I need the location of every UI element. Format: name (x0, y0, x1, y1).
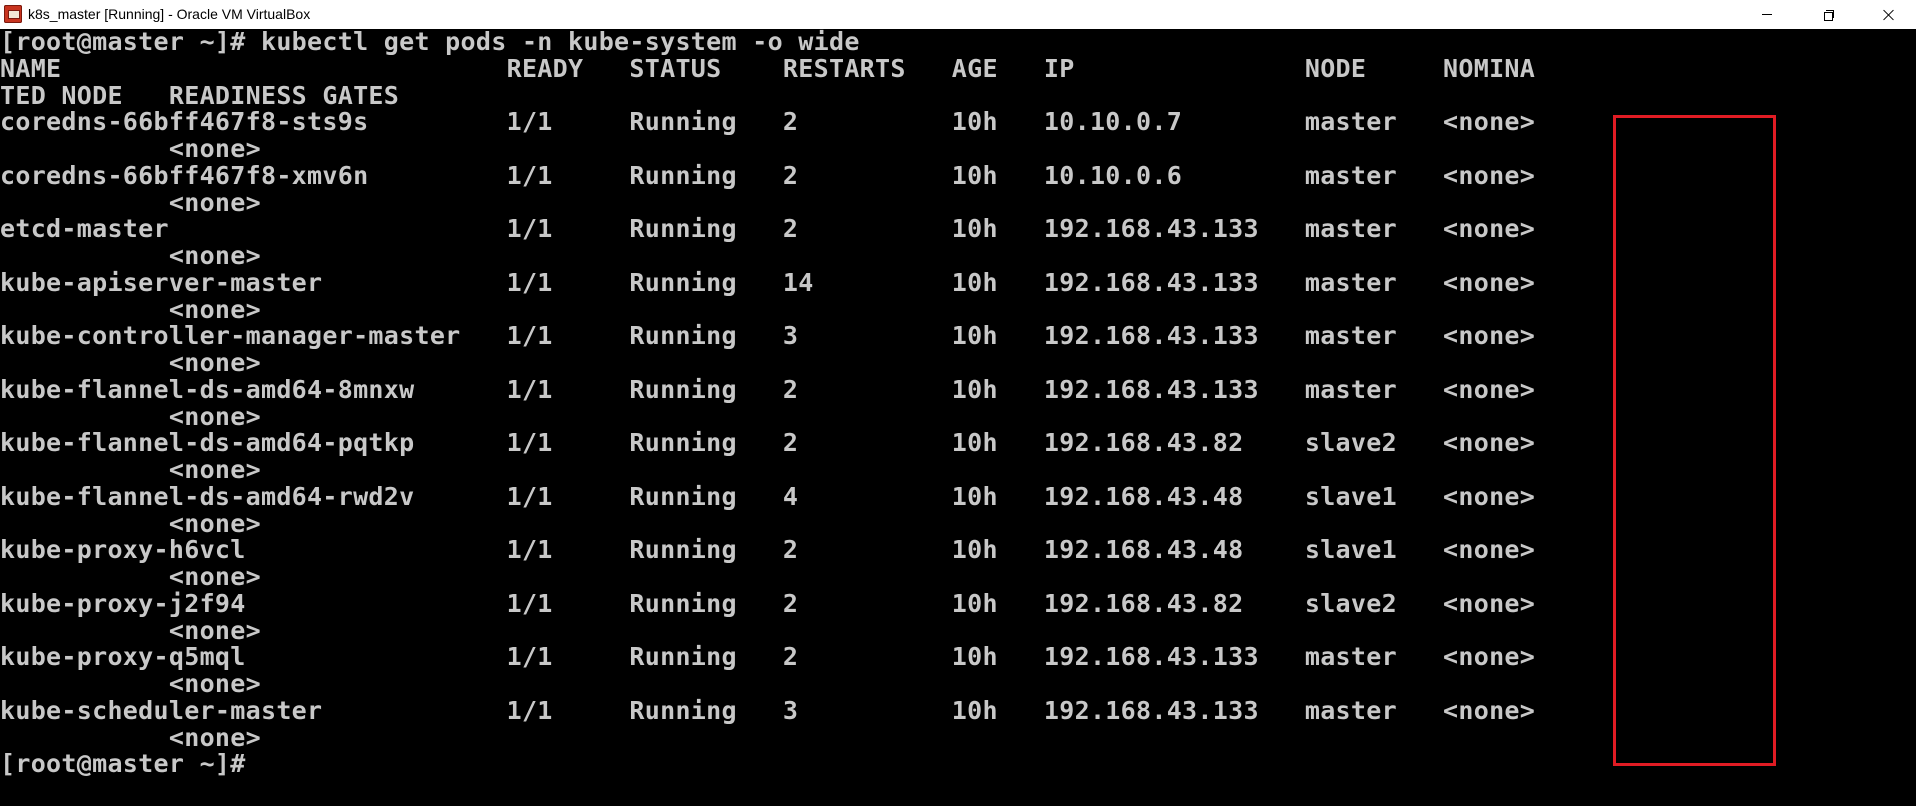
minimize-icon (1762, 14, 1772, 15)
terminal-line: NAME READY STATUS RESTARTS AGE IP NODE N… (0, 53, 1536, 83)
terminal-line: etcd-master 1/1 Running 2 10h 192.168.43… (0, 214, 1536, 244)
terminal-line: kube-proxy-q5mql 1/1 Running 2 10h 192.1… (0, 642, 1536, 672)
terminal-line: TED NODE READINESS GATES (0, 80, 400, 110)
terminal-line: [root@master ~]# kubectl get pods -n kub… (0, 29, 860, 56)
terminal-line: kube-proxy-h6vcl 1/1 Running 2 10h 192.1… (0, 535, 1536, 565)
terminal-line: <none> (0, 562, 261, 591)
terminal-line: kube-proxy-j2f94 1/1 Running 2 10h 192.1… (0, 588, 1536, 618)
terminal-line: <none> (0, 187, 261, 217)
window-title: k8s_master [Running] - Oracle VM Virtual… (28, 6, 311, 22)
terminal-line: <none> (0, 508, 261, 538)
terminal-line: kube-flannel-ds-amd64-rwd2v 1/1 Running … (0, 481, 1536, 511)
minimize-button[interactable] (1744, 0, 1790, 29)
title-bar[interactable]: k8s_master [Running] - Oracle VM Virtual… (0, 0, 1916, 29)
terminal-line: <none> (0, 615, 261, 645)
terminal-line: kube-controller-manager-master 1/1 Runni… (0, 321, 1536, 351)
close-icon (1883, 9, 1895, 21)
terminal-line: kube-scheduler-master 1/1 Running 3 10h … (0, 695, 1536, 725)
terminal-prompt: [root@master ~]# (0, 749, 246, 779)
close-button[interactable] (1866, 0, 1912, 29)
terminal-line: <none> (0, 134, 261, 163)
terminal-line: <none> (0, 401, 261, 431)
restore-icon (1824, 9, 1834, 21)
terminal-line: <none> (0, 455, 261, 484)
terminal-line: coredns-66bff467f8-xmv6n 1/1 Running 2 1… (0, 160, 1536, 190)
terminal-console[interactable]: [root@master ~]# kubectl get pods -n kub… (0, 29, 1916, 806)
terminal-line: <none> (0, 722, 261, 752)
terminal-line: <none> (0, 294, 261, 324)
virtualbox-window: k8s_master [Running] - Oracle VM Virtual… (0, 0, 1916, 806)
terminal-line: kube-flannel-ds-amd64-8mnxw 1/1 Running … (0, 374, 1536, 404)
terminal-line: <none> (0, 348, 261, 377)
virtualbox-icon (4, 5, 22, 23)
terminal-line: kube-flannel-ds-amd64-pqtkp 1/1 Running … (0, 428, 1536, 458)
terminal-line: <none> (0, 241, 261, 270)
restore-button[interactable] (1806, 0, 1852, 29)
terminal-line: coredns-66bff467f8-sts9s 1/1 Running 2 1… (0, 107, 1536, 137)
terminal-line: <none> (0, 669, 261, 698)
node-column-highlight (1613, 115, 1776, 766)
terminal-line: kube-apiserver-master 1/1 Running 14 10h… (0, 267, 1536, 297)
